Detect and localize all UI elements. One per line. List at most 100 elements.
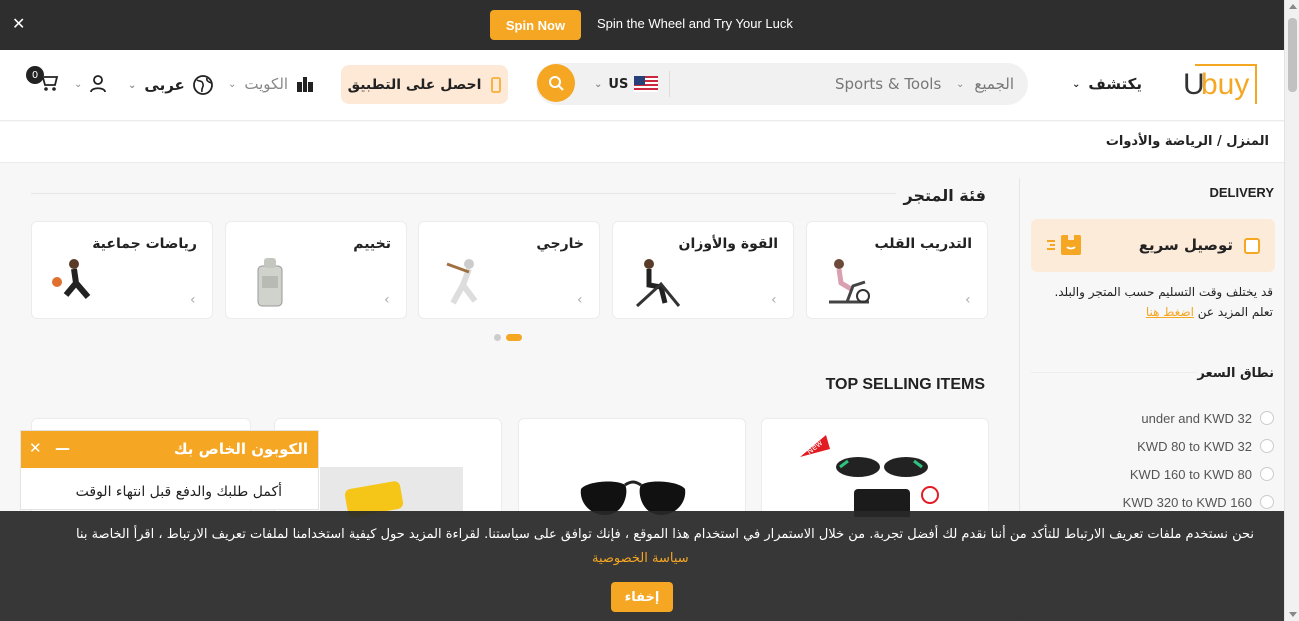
- user-icon: [90, 75, 107, 93]
- category-title: خارجي: [536, 236, 584, 252]
- country-store-selector[interactable]: ⌄ US: [594, 76, 659, 92]
- logo-buy: buy: [1201, 68, 1250, 101]
- coupon-header[interactable]: الكوبون الخاص بك ✕ —: [21, 431, 318, 468]
- search-category-label: الجميع: [974, 75, 1014, 93]
- chevron-down-icon: ⌄: [128, 79, 137, 91]
- language-label: عربى: [144, 76, 185, 94]
- cookie-banner: نحن نستخدم ملفات تعريف الارتباط للتأكد م…: [0, 511, 1284, 621]
- get-app-label: احصل على التطبيق: [347, 76, 482, 93]
- basketball-player-image: [52, 259, 91, 299]
- region-selector[interactable]: ⌄ الكويت: [228, 75, 314, 93]
- top-selling-heading: TOP SELLING ITEMS: [825, 376, 985, 393]
- promo-close-icon[interactable]: ✕: [12, 14, 25, 33]
- price-divider: [1031, 372, 1197, 373]
- discover-menu[interactable]: ⌄ يكتشف: [1072, 75, 1142, 93]
- category-title: تخييم: [353, 236, 391, 252]
- price-range-label: KWD 160 to KWD 80: [1129, 466, 1252, 482]
- ubuy-logo[interactable]: U buy: [1183, 64, 1259, 108]
- privacy-policy-link[interactable]: سياسة الخصوصية: [592, 551, 689, 566]
- fast-delivery-box-icon: [1047, 235, 1081, 255]
- discover-label: يكتشف: [1088, 75, 1142, 93]
- phone-icon: [491, 76, 502, 93]
- get-app-button[interactable]: احصل على التطبيق: [341, 65, 508, 104]
- camping-backpack-image: [257, 258, 283, 307]
- coupon-widget: الكوبون الخاص بك ✕ — أكمل طلبك والدفع قب…: [20, 430, 319, 510]
- scrollbar-thumb[interactable]: [1288, 18, 1297, 92]
- fast-delivery-checkbox[interactable]: [1244, 238, 1260, 254]
- section-divider: [31, 193, 896, 194]
- product-image: New: [800, 435, 939, 517]
- country-code: US: [608, 76, 629, 92]
- cart-button[interactable]: 0: [26, 66, 60, 96]
- category-card-camping[interactable]: تخييم ‹: [225, 221, 407, 319]
- cookie-text: نحن نستخدم ملفات تعريف الارتباط للتأكد م…: [75, 527, 1254, 542]
- chevron-left-icon[interactable]: ‹: [965, 292, 971, 308]
- chevron-down-icon: ⌄: [228, 78, 237, 90]
- category-title: رياضات جماعية: [92, 236, 197, 252]
- category-card-strength[interactable]: القوة والأوزان ‹: [612, 221, 794, 319]
- chevron-down-icon: ⌄: [956, 78, 965, 90]
- delivery-heading: DELIVERY: [1209, 185, 1274, 200]
- price-range-radio[interactable]: [1260, 495, 1274, 509]
- chevron-down-icon: ⌄: [74, 78, 83, 90]
- scroll-down-icon[interactable]: [1289, 612, 1297, 617]
- delivery-note: قد يختلف وقت التسليم حسب المتجر والبلد. …: [1033, 282, 1273, 322]
- search-button[interactable]: [537, 64, 575, 102]
- category-card-outdoor[interactable]: خارجي ‹: [418, 221, 600, 319]
- page-scrollbar[interactable]: [1284, 0, 1299, 621]
- promo-text: Spin the Wheel and Try Your Luck: [597, 16, 793, 31]
- price-range-option[interactable]: under and KWD 32: [1123, 404, 1274, 432]
- chevron-left-icon[interactable]: ‹: [190, 292, 196, 308]
- price-range-label: under and KWD 32: [1141, 410, 1252, 426]
- price-range-radio[interactable]: [1260, 467, 1274, 481]
- fast-delivery-label: توصيل سريع: [1138, 236, 1233, 254]
- weight-bench-image: [635, 259, 681, 308]
- cookie-hide-button[interactable]: إخفاء: [611, 582, 673, 612]
- search-input[interactable]: Sports & Tools: [835, 75, 941, 93]
- coupon-close-icon[interactable]: ✕: [29, 439, 42, 457]
- category-card-team-sports[interactable]: رياضات جماعية ‹: [31, 221, 213, 319]
- price-range-radio[interactable]: [1260, 411, 1274, 425]
- chevron-left-icon[interactable]: ‹: [577, 292, 583, 308]
- category-title: القوة والأوزان: [678, 236, 778, 252]
- promo-bar: ✕ Spin Now Spin the Wheel and Try Your L…: [0, 0, 1284, 50]
- price-range-heading: نطاق السعر: [1197, 366, 1274, 381]
- search-bar[interactable]: ⌄ US Sports & Tools ⌄ الجميع: [536, 63, 1028, 105]
- carousel-dot-active[interactable]: [506, 334, 522, 341]
- cricket-player-image: [446, 259, 478, 305]
- exercise-bike-image: [829, 259, 870, 304]
- scroll-up-icon[interactable]: [1289, 4, 1297, 9]
- chevron-left-icon[interactable]: ‹: [384, 292, 390, 308]
- site-header: 0 ⌄ ⌄ عربى ⌄ الكويت احصل على التطبيق ⌄ U…: [0, 50, 1284, 121]
- product-card[interactable]: New: [761, 418, 989, 518]
- delivery-learn-more-link[interactable]: اضغط هنا: [1146, 305, 1194, 319]
- product-card[interactable]: [518, 418, 746, 518]
- sunglasses-image: [580, 480, 686, 515]
- search-divider: [669, 71, 670, 97]
- cart-count-badge: 0: [26, 66, 44, 84]
- city-icon: [297, 77, 314, 92]
- spin-now-button[interactable]: Spin Now: [490, 10, 581, 40]
- coupon-message: أكمل طلبك والدفع قبل انتهاء الوقت: [75, 484, 282, 500]
- price-range-radio[interactable]: [1260, 439, 1274, 453]
- coupon-minimize-icon[interactable]: —: [55, 439, 70, 457]
- us-flag-icon: [634, 76, 659, 92]
- category-title: التدريب القلب: [874, 236, 972, 252]
- price-range-option[interactable]: KWD 160 to KWD 80: [1123, 460, 1274, 488]
- category-card-cardio[interactable]: التدريب القلب ‹: [806, 221, 988, 319]
- account-menu[interactable]: ⌄: [74, 75, 107, 93]
- language-selector[interactable]: ⌄ عربى: [128, 75, 213, 95]
- search-category-select[interactable]: ⌄ الجميع: [956, 75, 1014, 93]
- globe-icon: [192, 75, 213, 95]
- chevron-down-icon: ⌄: [1072, 78, 1081, 90]
- price-range-list: under and KWD 32 KWD 80 to KWD 32 KWD 16…: [1123, 404, 1274, 516]
- breadcrumb-bar: المنزل / الرياضة والأدوات: [0, 122, 1284, 163]
- price-range-option[interactable]: KWD 80 to KWD 32: [1123, 432, 1274, 460]
- store-category-heading: فئة المتجر: [903, 186, 986, 205]
- carousel-dot[interactable]: [494, 334, 501, 341]
- carousel-dots: [494, 334, 522, 341]
- breadcrumb[interactable]: المنزل / الرياضة والأدوات: [1106, 134, 1269, 149]
- region-label: الكويت: [244, 75, 289, 93]
- fast-delivery-filter[interactable]: توصيل سريع: [1031, 219, 1275, 272]
- chevron-left-icon[interactable]: ‹: [771, 292, 777, 308]
